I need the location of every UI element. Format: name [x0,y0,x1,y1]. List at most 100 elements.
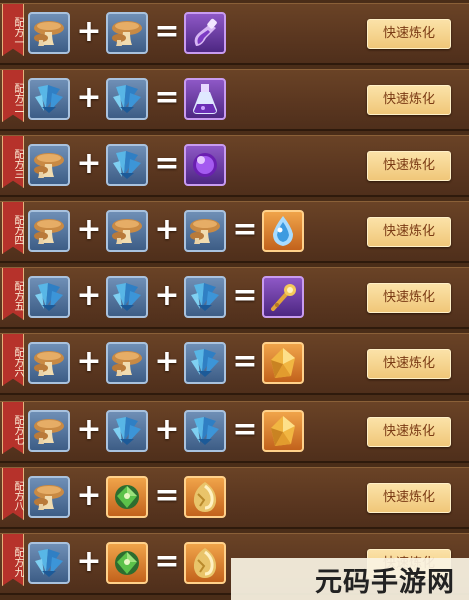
plus-sign: + [76,478,102,513]
ingredient-slot[interactable] [184,276,226,318]
plus-sign: + [76,212,102,247]
quick-refine-button[interactable]: 快速炼化 [367,417,451,447]
recipe-row: 配方二 + = 快速炼化 [0,69,469,131]
mushroom-icon [32,416,66,446]
plus-sign: + [76,14,102,49]
quick-refine-button[interactable]: 快速炼化 [367,283,451,313]
ingredient-slot[interactable] [184,210,226,252]
purple-flask-icon [189,82,221,116]
crystal-icon [110,415,144,447]
ingredient-slot[interactable] [28,210,70,252]
quick-refine-button[interactable]: 快速炼化 [367,85,451,115]
ingredient-slot[interactable] [184,410,226,452]
plus-sign: + [154,412,180,447]
recipe-label-tag: 配方六 [2,334,24,386]
ingredient-slot[interactable] [28,476,70,518]
ingredient-slot[interactable] [28,276,70,318]
recipe-label-tag: 配方一 [2,4,24,56]
ingredient-slot[interactable] [184,342,226,384]
result-slot[interactable] [184,542,226,584]
recipe-label-tag: 配方二 [2,70,24,122]
equals-sign: = [154,544,180,579]
ingredient-slot[interactable] [106,476,148,518]
equals-sign: = [232,278,258,313]
crystal-icon [188,415,222,447]
recipe-label-tag: 配方九 [2,534,24,586]
plus-sign: + [76,146,102,181]
recipe-row: 配方五 + + = 快速炼化 [0,267,469,329]
crystal-icon [110,281,144,313]
ingredient-slot[interactable] [28,78,70,120]
ingredient-slot[interactable] [106,210,148,252]
equals-sign: = [232,412,258,447]
quick-refine-button[interactable]: 快速炼化 [367,483,451,513]
mushroom-icon [32,482,66,512]
ingredient-slot[interactable] [28,12,70,54]
result-slot[interactable] [184,78,226,120]
mushroom-icon [110,348,144,378]
crystal-icon [110,83,144,115]
result-slot[interactable] [184,476,226,518]
ingredient-slot[interactable] [106,410,148,452]
quick-refine-button[interactable]: 快速炼化 [367,217,451,247]
amber-shard-icon [267,414,299,448]
ingredient-slot[interactable] [106,542,148,584]
result-slot[interactable] [184,12,226,54]
golden-egg-icon [190,480,220,514]
result-slot[interactable] [262,210,304,252]
result-slot[interactable] [184,144,226,186]
plus-sign: + [154,212,180,247]
recipe-row: 配方八 + = 快速炼化 [0,467,469,529]
equals-sign: = [154,14,180,49]
recipe-row: 配方三 + = 快速炼化 [0,135,469,197]
plus-sign: + [154,344,180,379]
plus-sign: + [76,344,102,379]
mushroom-icon [110,18,144,48]
ingredient-slot[interactable] [106,276,148,318]
crystal-icon [32,83,66,115]
recipe-label-tag: 配方五 [2,268,24,320]
quick-refine-button[interactable]: 快速炼化 [367,349,451,379]
crystal-icon [188,281,222,313]
plus-sign: + [76,80,102,115]
golden-egg-icon [190,546,220,580]
result-slot[interactable] [262,342,304,384]
quick-refine-button[interactable]: 快速炼化 [367,19,451,49]
ingredient-slot[interactable] [28,144,70,186]
mushroom-icon [32,18,66,48]
mushroom-icon [188,216,222,246]
ingredient-slot[interactable] [106,342,148,384]
equals-sign: = [154,80,180,115]
quick-refine-button[interactable]: 快速炼化 [367,151,451,181]
green-gem-icon [111,547,143,579]
mushroom-icon [32,216,66,246]
green-gem-icon [111,481,143,513]
equals-sign: = [232,344,258,379]
recipe-row: 配方六 + + = 快速炼化 [0,333,469,395]
ingredient-slot[interactable] [28,542,70,584]
plus-sign: + [76,412,102,447]
recipe-row: 配方七 + + = 快速炼化 [0,401,469,463]
watermark-text: 元码手游网 [315,566,455,598]
result-slot[interactable] [262,276,304,318]
mushroom-icon [32,348,66,378]
amber-shard-icon [267,346,299,380]
ingredient-slot[interactable] [106,144,148,186]
crystal-icon [32,547,66,579]
ice-crystal-icon [267,214,299,248]
plus-sign: + [76,278,102,313]
recipe-label-tag: 配方三 [2,136,24,188]
crystal-icon [110,149,144,181]
plus-sign: + [76,544,102,579]
ingredient-slot[interactable] [106,78,148,120]
recipe-label-tag: 配方七 [2,402,24,454]
ingredient-slot[interactable] [28,410,70,452]
result-slot[interactable] [262,410,304,452]
equals-sign: = [154,478,180,513]
recipe-row: 配方四 + + = 快速炼化 [0,201,469,263]
golden-staff-icon [267,281,299,313]
ingredient-slot[interactable] [106,12,148,54]
recipe-label-tag: 配方四 [2,202,24,254]
equals-sign: = [154,146,180,181]
ingredient-slot[interactable] [28,342,70,384]
